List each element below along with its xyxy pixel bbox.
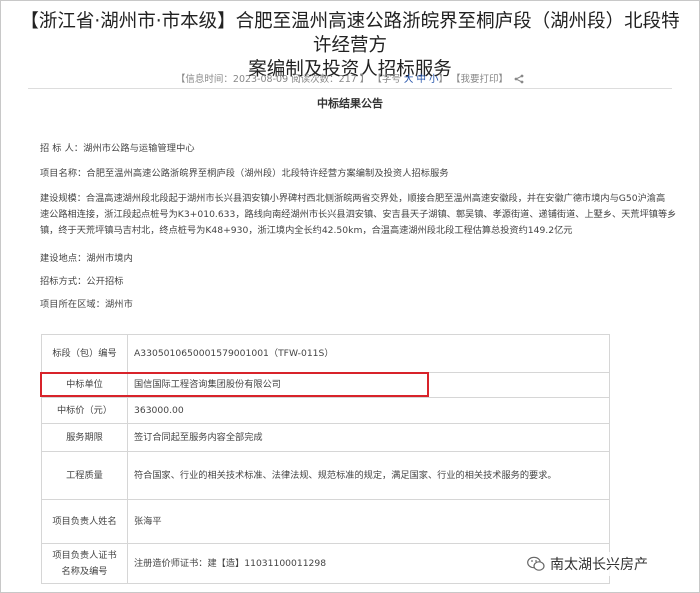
row-value: A3305010650001579001001（TFW-011S） bbox=[127, 334, 610, 373]
table-row: 工程质量 符合国家、行业的相关技术标准、法律法规、规范标准的规定，满足国家、行业… bbox=[41, 451, 610, 500]
table-row: 项目负责人姓名 张海平 bbox=[41, 499, 610, 544]
watermark-text: 南太湖长兴房产 bbox=[550, 557, 648, 573]
method-line: 招标方式：公开招标 bbox=[40, 276, 124, 287]
row-key: 中标单位 bbox=[41, 372, 128, 398]
location-line: 建设地点：湖州市境内 bbox=[40, 253, 133, 264]
table-row: 中标价（元） 363000.00 bbox=[41, 397, 610, 424]
row-value: 363000.00 bbox=[127, 397, 610, 424]
table-row: 服务期限 签订合同起至服务内容全部完成 bbox=[41, 423, 610, 452]
table-row: 中标单位 国信国际工程咨询集团股份有限公司 bbox=[41, 372, 610, 398]
tenderer-line: 招 标 人：湖州市公路与运输管理中心 bbox=[40, 143, 195, 154]
wechat-icon bbox=[527, 556, 545, 571]
scale-line: 镇，终于天荒坪镇马吉村北，终点桩号为K48+930，浙江境内全长约42.50km… bbox=[40, 225, 573, 236]
notice-title: 中标结果公告 bbox=[317, 97, 383, 110]
print-link[interactable]: 【我要打印】 bbox=[451, 74, 508, 85]
title-line-1: 【浙江省·湖州市·市本级】合肥至温州高速公路浙皖界至桐庐段（湖州段）北段特许经营… bbox=[20, 11, 680, 56]
share-icon[interactable] bbox=[514, 74, 524, 87]
font-medium-link[interactable]: 中 bbox=[416, 74, 426, 85]
font-size-suffix: 】 bbox=[438, 74, 449, 85]
row-value: 张海平 bbox=[127, 499, 610, 544]
row-value: 签订合同起至服务内容全部完成 bbox=[127, 423, 610, 452]
meta-divider bbox=[28, 88, 672, 89]
table-row: 标段（包）编号 A3305010650001579001001（TFW-011S… bbox=[41, 334, 610, 373]
row-key: 标段（包）编号 bbox=[41, 334, 128, 373]
table-row: 项目负责人证书名称及编号 注册造价师证书：建【造】11031100011298 bbox=[41, 543, 610, 584]
row-key: 项目负责人证书名称及编号 bbox=[41, 543, 128, 584]
font-large-link[interactable]: 大 bbox=[404, 74, 414, 85]
scale-line: 建设规模：合温高速湖州段北段起于湖州市长兴县泗安镇小界碑村西北侧浙皖两省交界处，… bbox=[40, 193, 666, 204]
row-value: 国信国际工程咨询集团股份有限公司 bbox=[127, 372, 610, 398]
watermark: 南太湖长兴房产 bbox=[527, 552, 697, 576]
view-count: 阅读次数：217 】 bbox=[291, 74, 370, 85]
row-key: 项目负责人姓名 bbox=[41, 499, 128, 544]
region-line: 项目所在区域：湖州市 bbox=[40, 299, 133, 310]
row-key: 服务期限 bbox=[41, 423, 128, 452]
construction-scale: 建设规模：合温高速湖州段北段起于湖州市长兴县泗安镇小界碑村西北侧浙皖两省交界处，… bbox=[40, 191, 677, 239]
row-key: 工程质量 bbox=[41, 451, 128, 500]
project-name-line: 项目名称：合肥至温州高速公路浙皖界至桐庐段（湖州段）北段特许经营方案编制及投资人… bbox=[40, 168, 449, 179]
meta-bar: 【信息时间：2023-08-09 阅读次数：217 】 【字号 大 中 小】 【… bbox=[0, 71, 700, 87]
font-small-link[interactable]: 小 bbox=[429, 74, 439, 85]
info-time: 【信息时间：2023-08-09 bbox=[175, 74, 289, 85]
result-table: 标段（包）编号 A3305010650001579001001（TFW-011S… bbox=[41, 334, 610, 584]
scale-line: 速公路相连接，浙江段起点桩号为K3+010.633，路线向南经湖州市长兴县泗安镇… bbox=[40, 209, 677, 220]
row-value: 符合国家、行业的相关技术标准、法律法规、规范标准的规定，满足国家、行业的相关技术… bbox=[127, 451, 610, 500]
font-size-label: 【字号 bbox=[372, 74, 401, 85]
row-key: 中标价（元） bbox=[41, 397, 128, 424]
